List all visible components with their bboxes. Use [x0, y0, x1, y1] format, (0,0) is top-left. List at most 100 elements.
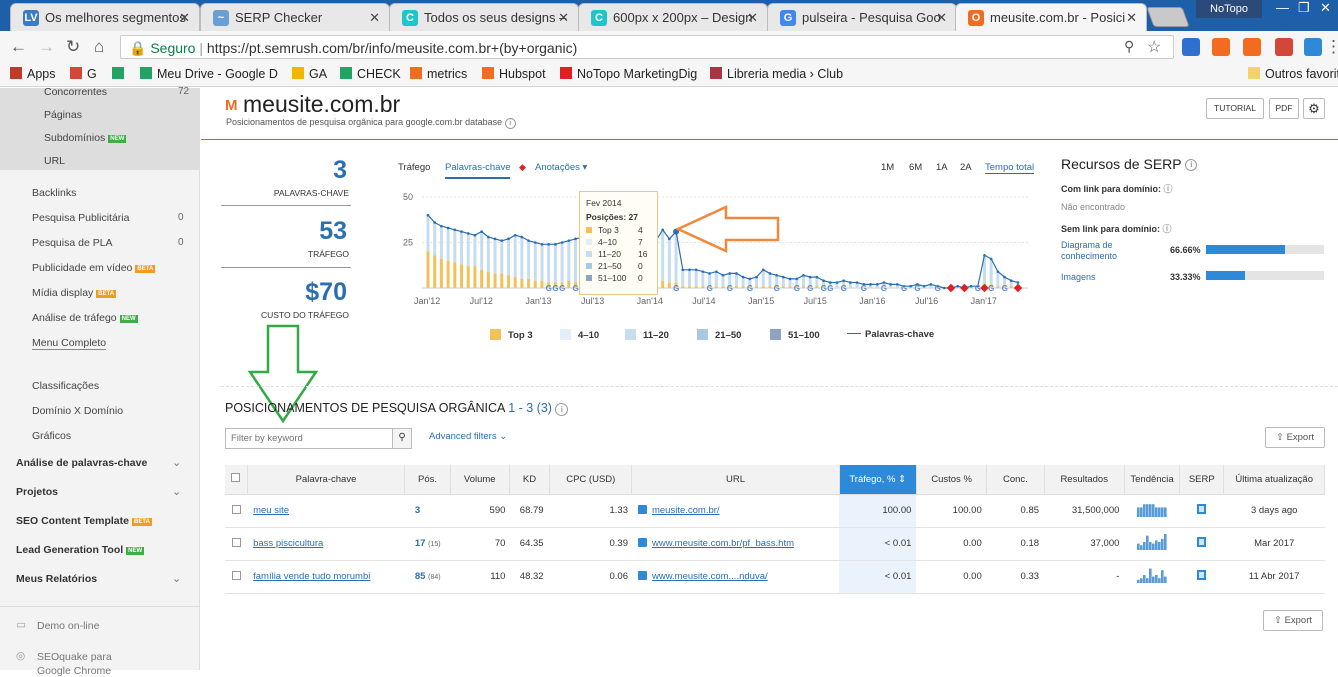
browser-tab[interactable]: C 600px x 200px – Design ✕: [578, 3, 768, 31]
url-link[interactable]: meusite.com.br/: [652, 505, 720, 516]
bookmark-item[interactable]: NoTopo MarketingDig: [560, 67, 697, 81]
bookmark-item[interactable]: G: [70, 67, 97, 81]
legend-item[interactable]: Palavras-chave: [847, 329, 934, 340]
sidebar-item-dominio-x-dominio[interactable]: Domínio X Domínio: [32, 405, 123, 417]
column-header[interactable]: Custos %: [916, 465, 988, 495]
tab-trafego[interactable]: Tráfego: [398, 162, 430, 173]
range-1m[interactable]: 1M: [881, 162, 894, 173]
column-header[interactable]: CPC (USD): [549, 465, 633, 495]
sidebar-item-graficos[interactable]: Gráficos: [32, 430, 71, 442]
url-link[interactable]: www.meusite.com....nduva/: [652, 571, 768, 582]
legend-item[interactable]: 4–10: [560, 329, 599, 341]
bookmark-item[interactable]: Outros favorit: [1248, 67, 1338, 81]
sidebar-item-publicidade-video[interactable]: Publicidade em vídeo BETA: [32, 262, 156, 274]
column-header[interactable]: Última atualização: [1223, 465, 1325, 495]
legend-item[interactable]: Top 3: [490, 329, 533, 341]
table-row[interactable]: família vende tudo morumbi 85 (84) 110 48.3…: [225, 560, 1325, 594]
column-header[interactable]: Tráfego, % ⇕: [839, 465, 917, 495]
bookmark-item[interactable]: GA: [292, 67, 327, 81]
gear-extension-icon[interactable]: [1275, 38, 1293, 56]
sidebar-section-projetos[interactable]: Projetos: [16, 486, 58, 498]
info-icon[interactable]: ⓘ: [1163, 224, 1172, 234]
info-icon[interactable]: i: [1185, 159, 1198, 171]
sidebar-item-pesquisa-publicitaria[interactable]: Pesquisa Publicitária: [32, 212, 129, 224]
sidebar-item-pesquisa-pla[interactable]: Pesquisa de PLA: [32, 237, 113, 249]
keyword-filter-input[interactable]: [226, 429, 391, 448]
sidebar-item-midia-display[interactable]: Mídia display BETA: [32, 287, 117, 299]
table-row[interactable]: meu site 3 590 68.79 1.33 meusite.com.br/100…: [225, 494, 1325, 528]
browser-tab[interactable]: ~ SERP Checker ✕: [200, 3, 390, 31]
bookmark-item[interactable]: Apps: [10, 67, 56, 81]
bookmark-item[interactable]: Hubspot: [482, 67, 546, 81]
bookmark-star-icon[interactable]: ☆: [1147, 37, 1161, 57]
url-input[interactable]: 🔒 Seguro | https://pt.semrush.com/br/inf…: [120, 35, 1174, 59]
chart-extension-icon[interactable]: [1243, 38, 1261, 56]
serp-snapshot-icon[interactable]: [1197, 537, 1207, 547]
tab-close-icon[interactable]: ✕: [936, 10, 947, 26]
tutorial-button[interactable]: TUTORIAL: [1206, 98, 1264, 119]
column-header[interactable]: KD: [509, 465, 551, 495]
maximize-icon[interactable]: ❐: [1298, 0, 1310, 16]
bookmark-item[interactable]: CHECK: [340, 67, 401, 81]
tab-close-icon[interactable]: ✕: [1126, 10, 1137, 26]
advanced-filters-toggle[interactable]: Advanced filters ⌄: [429, 431, 507, 442]
sidebar-seoquake[interactable]: SEOquake para: [37, 651, 112, 663]
menu-icon[interactable]: ⋮: [1325, 37, 1338, 57]
sidebar-section-meus-relatorios[interactable]: Meus Relatórios: [16, 573, 97, 585]
seoquake-extension-icon[interactable]: [1304, 38, 1322, 56]
sidebar-item-paginas[interactable]: Páginas: [44, 109, 82, 121]
sort-icon[interactable]: ⇕: [895, 474, 906, 485]
url-link[interactable]: www.meusite.com.br/pf_bass.htm: [652, 538, 794, 549]
tab-close-icon[interactable]: ✕: [369, 10, 380, 26]
minimize-icon[interactable]: —: [1276, 0, 1289, 15]
tab-close-icon[interactable]: ✕: [558, 10, 569, 26]
search-icon[interactable]: ⚲: [392, 429, 411, 448]
bookmark-item[interactable]: Meu Drive - Google D: [140, 67, 278, 81]
sidebar-item-subdominios[interactable]: Subdomínios NEW: [44, 132, 127, 144]
bookmark-item[interactable]: [112, 67, 129, 81]
serp-snapshot-icon[interactable]: [1197, 504, 1207, 514]
sidebar-item-backlinks[interactable]: Backlinks: [32, 187, 76, 199]
external-link-icon[interactable]: [637, 538, 647, 547]
row-checkbox[interactable]: [231, 504, 241, 514]
sidebar-item-menu-completo[interactable]: Menu Completo: [32, 337, 107, 350]
bookmark-item[interactable]: metrics: [410, 67, 467, 81]
sidebar-section-seo-content[interactable]: SEO Content Template BETA: [16, 515, 152, 527]
reload-icon[interactable]: ↻: [66, 37, 80, 57]
info-icon[interactable]: i: [555, 403, 569, 416]
column-header[interactable]: Tendência: [1124, 465, 1181, 495]
serp-snapshot-icon[interactable]: [1197, 570, 1207, 580]
serp-knowledge-graph-link[interactable]: Diagrama de conhecimento: [1061, 240, 1151, 262]
settings-gear-icon[interactable]: ⚙: [1303, 98, 1325, 119]
legend-item[interactable]: 11–20: [625, 329, 669, 341]
info-icon[interactable]: ⓘ: [1164, 184, 1173, 194]
tab-close-icon[interactable]: ✕: [179, 10, 190, 26]
column-header[interactable]: Palavra-chave: [247, 465, 406, 495]
bookmark-item[interactable]: Libreria media › Club: [710, 67, 843, 81]
browser-tab[interactable]: Omeusite.com.br - Posici ✕: [955, 3, 1147, 31]
annotations-dropdown[interactable]: Anotações ▾: [535, 162, 587, 173]
sidebar-demo-online[interactable]: Demo on-line: [37, 620, 99, 632]
browser-tab[interactable]: LV Os melhores segmentos ✕: [10, 3, 200, 31]
info-icon[interactable]: i: [504, 118, 516, 129]
range-tempo-total[interactable]: Tempo total: [985, 162, 1035, 174]
pdf-button[interactable]: PDF: [1269, 98, 1299, 119]
external-link-icon[interactable]: [637, 571, 647, 580]
browser-tab[interactable]: C Todos os seus designs – ✕: [389, 3, 579, 31]
sidebar-item-analise-trafego[interactable]: Análise de tráfego NEW: [32, 312, 138, 324]
serp-images-link[interactable]: Imagens: [1061, 272, 1096, 283]
extension-icon[interactable]: [1182, 38, 1200, 56]
legend-item[interactable]: 21–50: [697, 329, 741, 341]
sidebar-item-classificacoes[interactable]: Classificações: [32, 380, 99, 392]
keyword-link[interactable]: bass piscicultura: [253, 538, 323, 549]
range-1a[interactable]: 1A: [936, 162, 948, 173]
new-tab-button[interactable]: [1146, 7, 1190, 27]
tab-palavras-chave[interactable]: Palavras-chave: [445, 162, 511, 179]
keyword-link[interactable]: meu site: [253, 505, 289, 516]
sidebar-seoquake-chrome[interactable]: Google Chrome: [37, 665, 111, 677]
sidebar-item-concorrentes[interactable]: Concorrentes: [44, 86, 107, 98]
close-window-icon[interactable]: ✕: [1320, 0, 1331, 16]
chevron-down-icon[interactable]: ⌄: [172, 572, 181, 585]
legend-item[interactable]: 51–100: [770, 329, 820, 341]
select-all-checkbox[interactable]: [231, 473, 241, 483]
